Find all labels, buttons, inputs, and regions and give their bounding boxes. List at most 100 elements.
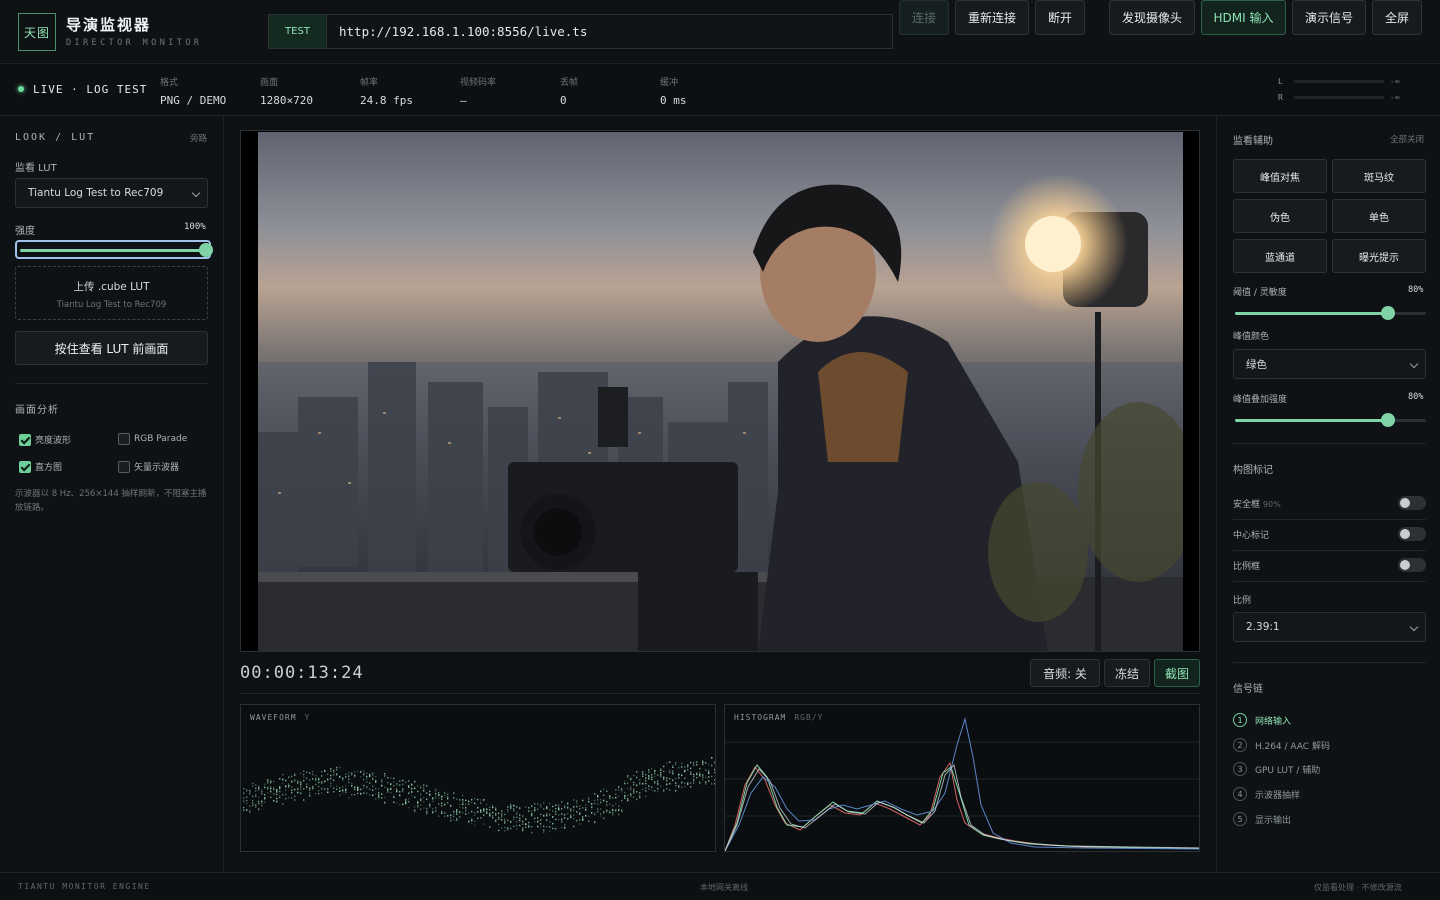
waveform-sample [264,786,266,789]
scope-toggle-vectorscope[interactable]: 矢量示波器 [118,460,179,473]
waveform-sample [708,776,710,778]
peak-strength-slider-handle[interactable] [1380,413,1395,427]
bypass-link[interactable]: 旁路 [190,132,207,144]
waveform-sample [612,814,614,816]
threshold-slider-handle[interactable] [1380,306,1395,320]
stream-url-input[interactable] [328,15,892,48]
waveform-sample [342,789,344,792]
waveform-sample [273,780,275,783]
freeze-button[interactable]: 冻结 [1104,659,1150,687]
snapshot-button[interactable]: 截图 [1154,659,1200,687]
waveform-sample [261,800,263,802]
fullscreen-button[interactable]: 全屏 [1372,0,1422,35]
waveform-sample [603,817,605,820]
step-number: 3 [1233,762,1247,776]
waveform-sample [291,791,293,794]
reconnect-button[interactable]: 重新连接 [955,0,1029,35]
scope-toggle-waveform[interactable]: 亮度波形 [19,433,71,446]
waveform-sample [591,803,593,806]
waveform-sample [405,801,407,804]
waveform-sample [312,785,314,788]
waveform-sample [573,809,575,812]
waveform-sample [345,776,347,778]
waveform-sample [312,787,314,790]
waveform-sample [393,777,395,780]
waveform-sample [339,794,341,796]
discover-camera-button[interactable]: 发现摄像头 [1109,0,1195,35]
safe-area-toggle[interactable] [1398,496,1426,510]
focus-peaking-button[interactable]: 峰值对焦 [1233,159,1327,193]
step-number: 4 [1233,787,1247,801]
waveform-sample [297,787,299,789]
waveform-sample [708,763,710,766]
waveform-sample [684,777,686,779]
checkbox-label: 直方图 [35,463,63,473]
waveform-sample [297,791,299,794]
waveform-sample [456,813,458,815]
waveform-sample [264,785,266,787]
waveform-sample [582,817,584,820]
disconnect-button[interactable]: 断开 [1035,0,1085,35]
demo-signal-button[interactable]: 演示信号 [1292,0,1366,35]
waveform-sample [393,785,395,787]
exposure-hint-button[interactable]: 曝光提示 [1332,239,1426,273]
waveform-sample [246,789,248,791]
waveform-sample [270,787,272,790]
waveform-sample [603,799,605,802]
waveform-sample [408,797,410,800]
waveform-sample [681,766,683,768]
center-mark-toggle[interactable] [1398,527,1426,541]
threshold-slider[interactable] [1235,306,1426,320]
waveform-sample [399,780,401,782]
waveform-sample [438,803,440,805]
monochrome-button[interactable]: 单色 [1332,199,1426,233]
audio-toggle-button[interactable]: 音频: 关 [1030,659,1100,687]
waveform-sample [396,788,398,790]
waveform-sample [381,781,383,783]
waveform-sample [498,829,500,832]
ratio-select[interactable]: 2.39:1 [1233,612,1426,642]
waveform-sample [573,799,575,801]
waveform-sample [630,778,632,781]
stream-tag[interactable]: TEST [269,15,327,48]
video-viewer[interactable] [240,130,1200,652]
waveform-sample [666,780,668,782]
waveform-sample [708,780,710,782]
waveform-sample [282,773,284,776]
scope-toggle-rgb-parade[interactable]: RGB Parade [118,433,187,445]
waveform-sample [252,802,254,804]
upload-lut-dropzone[interactable]: 上传 .cube LUT Tiantu Log Test to Rec709 [15,266,208,320]
waveform-sample [576,803,578,805]
divider [1233,443,1426,444]
strength-label: 强度 [15,226,35,237]
waveform-sample [639,796,641,799]
scope-toggle-histogram[interactable]: 直方图 [19,460,62,473]
waveform-sample [246,809,248,811]
waveform-sample [600,815,602,817]
lut-select[interactable]: Tiantu Log Test to Rec709 [15,178,208,208]
all-off-link[interactable]: 全部关闭 [1390,133,1424,145]
waveform-sample [552,827,554,830]
waveform-sample [645,777,647,779]
hold-compare-button[interactable]: 按住查看 LUT 前画面 [15,331,208,365]
connect-button[interactable]: 连接 [899,0,949,35]
waveform-sample [519,814,521,816]
strength-slider-handle[interactable] [199,243,213,257]
ratio-frame-toggle[interactable] [1398,558,1426,572]
hdmi-input-button[interactable]: HDMI 输入 [1201,0,1286,35]
waveform-sample [279,785,281,788]
false-color-button[interactable]: 伪色 [1233,199,1327,233]
peak-color-select[interactable]: 绿色 [1233,349,1426,379]
waveform-sample [417,801,419,804]
waveform-sample [309,793,311,795]
waveform-sample [366,781,368,783]
peak-strength-slider[interactable] [1235,413,1426,427]
waveform-sample [294,799,296,801]
composition-title: 构图标记 [1233,465,1273,476]
waveform-sample [663,790,665,793]
waveform-sample [660,772,662,774]
waveform-sample [441,802,443,804]
strength-slider[interactable] [20,243,213,257]
blue-channel-button[interactable]: 蓝通道 [1233,239,1327,273]
zebra-button[interactable]: 斑马纹 [1332,159,1426,193]
